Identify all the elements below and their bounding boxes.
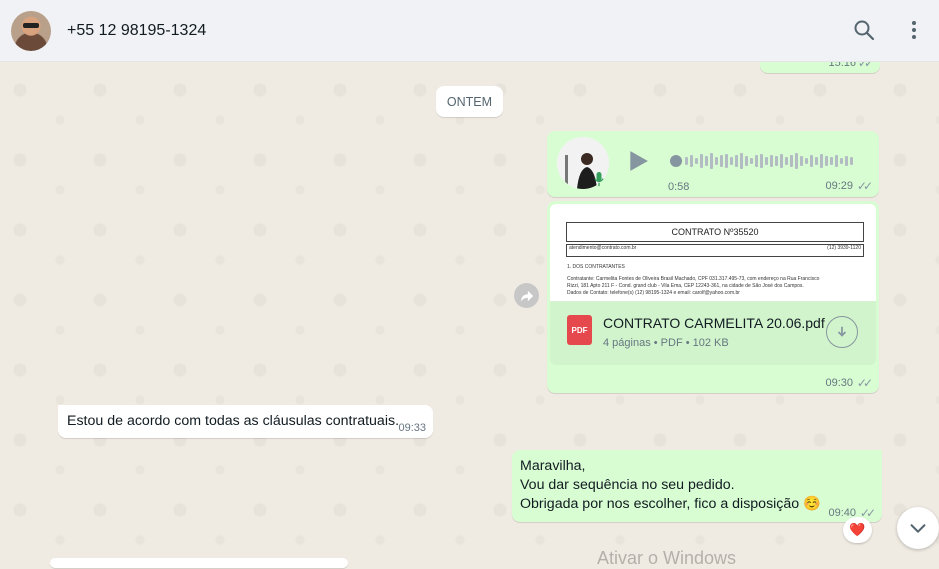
outgoing-message-line-2: Vou dar sequência no seu pedido. xyxy=(520,477,735,493)
partial-incoming-bubble xyxy=(50,558,348,568)
outgoing-message-bubble: Maravilha, Vou dar sequência no seu pedi… xyxy=(512,450,882,522)
date-divider: ONTEM xyxy=(436,86,503,117)
play-icon[interactable] xyxy=(627,150,649,172)
forward-icon xyxy=(520,290,533,301)
download-button[interactable] xyxy=(826,316,858,348)
document-file-meta: 4 páginas • PDF • 102 KB xyxy=(603,337,729,349)
windows-activation-watermark: Ativar o Windows xyxy=(597,548,737,568)
outgoing-message-line-1: Maravilha, xyxy=(520,458,586,474)
more-vertical-icon[interactable] xyxy=(902,18,926,42)
smiling-emoji: ☺️ xyxy=(803,496,821,512)
document-message-bubble: CONTRATO Nº35520 atendimento@contrato.co… xyxy=(547,201,879,393)
document-file-row[interactable]: PDF CONTRATO CARMELITA 20.06.pdf 4 págin… xyxy=(550,301,876,365)
outgoing-message-line-3-text: Obrigada por nos escolher, fico a dispos… xyxy=(520,496,800,512)
audio-message-bubble: 0:58 09:29 ✓✓ xyxy=(547,131,879,197)
read-checks-icon: ✓✓ xyxy=(856,376,873,390)
preview-contact-box: atendimento@contrato.com.br (12) 3939-11… xyxy=(566,244,864,257)
incoming-message-bubble: Estou de acordo com todas as cláusulas c… xyxy=(58,405,433,438)
audio-duration: 0:58 xyxy=(668,181,690,193)
audio-waveform[interactable] xyxy=(669,151,859,171)
message-time: 09:33 xyxy=(398,422,426,434)
forward-button[interactable] xyxy=(514,283,539,308)
scroll-to-bottom-button[interactable] xyxy=(897,507,939,549)
pdf-file-icon: PDF xyxy=(567,315,592,345)
preview-line-2: Rizzi, 181 Apto 211 F - Cond. grand club… xyxy=(567,283,804,289)
contact-name[interactable]: +55 12 98195-1324 xyxy=(67,22,206,40)
search-icon[interactable] xyxy=(852,18,876,42)
preview-heading: CONTRATO Nº35520 xyxy=(566,222,864,242)
message-time: 09:30 xyxy=(825,377,853,389)
incoming-message-text: Estou de acordo com todas as cláusulas c… xyxy=(67,413,400,429)
reaction-badge[interactable]: ❤️ xyxy=(843,517,872,543)
preview-line-1: Contratante: Carmelita Fontes de Oliveir… xyxy=(567,276,820,282)
download-icon xyxy=(837,326,847,337)
preview-line-3: Dados de Contato: telefone(s) (12) 98195… xyxy=(567,290,740,296)
chat-header: +55 12 98195-1324 xyxy=(0,0,939,62)
contact-avatar[interactable] xyxy=(11,11,51,51)
outgoing-message-line-3: Obrigada por nos escolher, fico a dispos… xyxy=(520,495,821,514)
document-preview[interactable]: CONTRATO Nº35520 atendimento@contrato.co… xyxy=(550,204,876,301)
chevron-down-icon xyxy=(910,524,926,533)
read-checks-icon: ✓✓ xyxy=(856,179,873,193)
preview-section: 1. DOS CONTRATANTES xyxy=(567,264,625,270)
document-file-name: CONTRATO CARMELITA 20.06.pdf xyxy=(603,315,825,331)
heart-reaction-icon: ❤️ xyxy=(849,522,866,537)
microphone-icon xyxy=(594,172,604,187)
message-time: 09:29 xyxy=(825,180,853,192)
preview-phone: (12) 3939-1120 xyxy=(827,245,861,251)
preview-email: atendimento@contrato.com.br xyxy=(569,245,637,251)
